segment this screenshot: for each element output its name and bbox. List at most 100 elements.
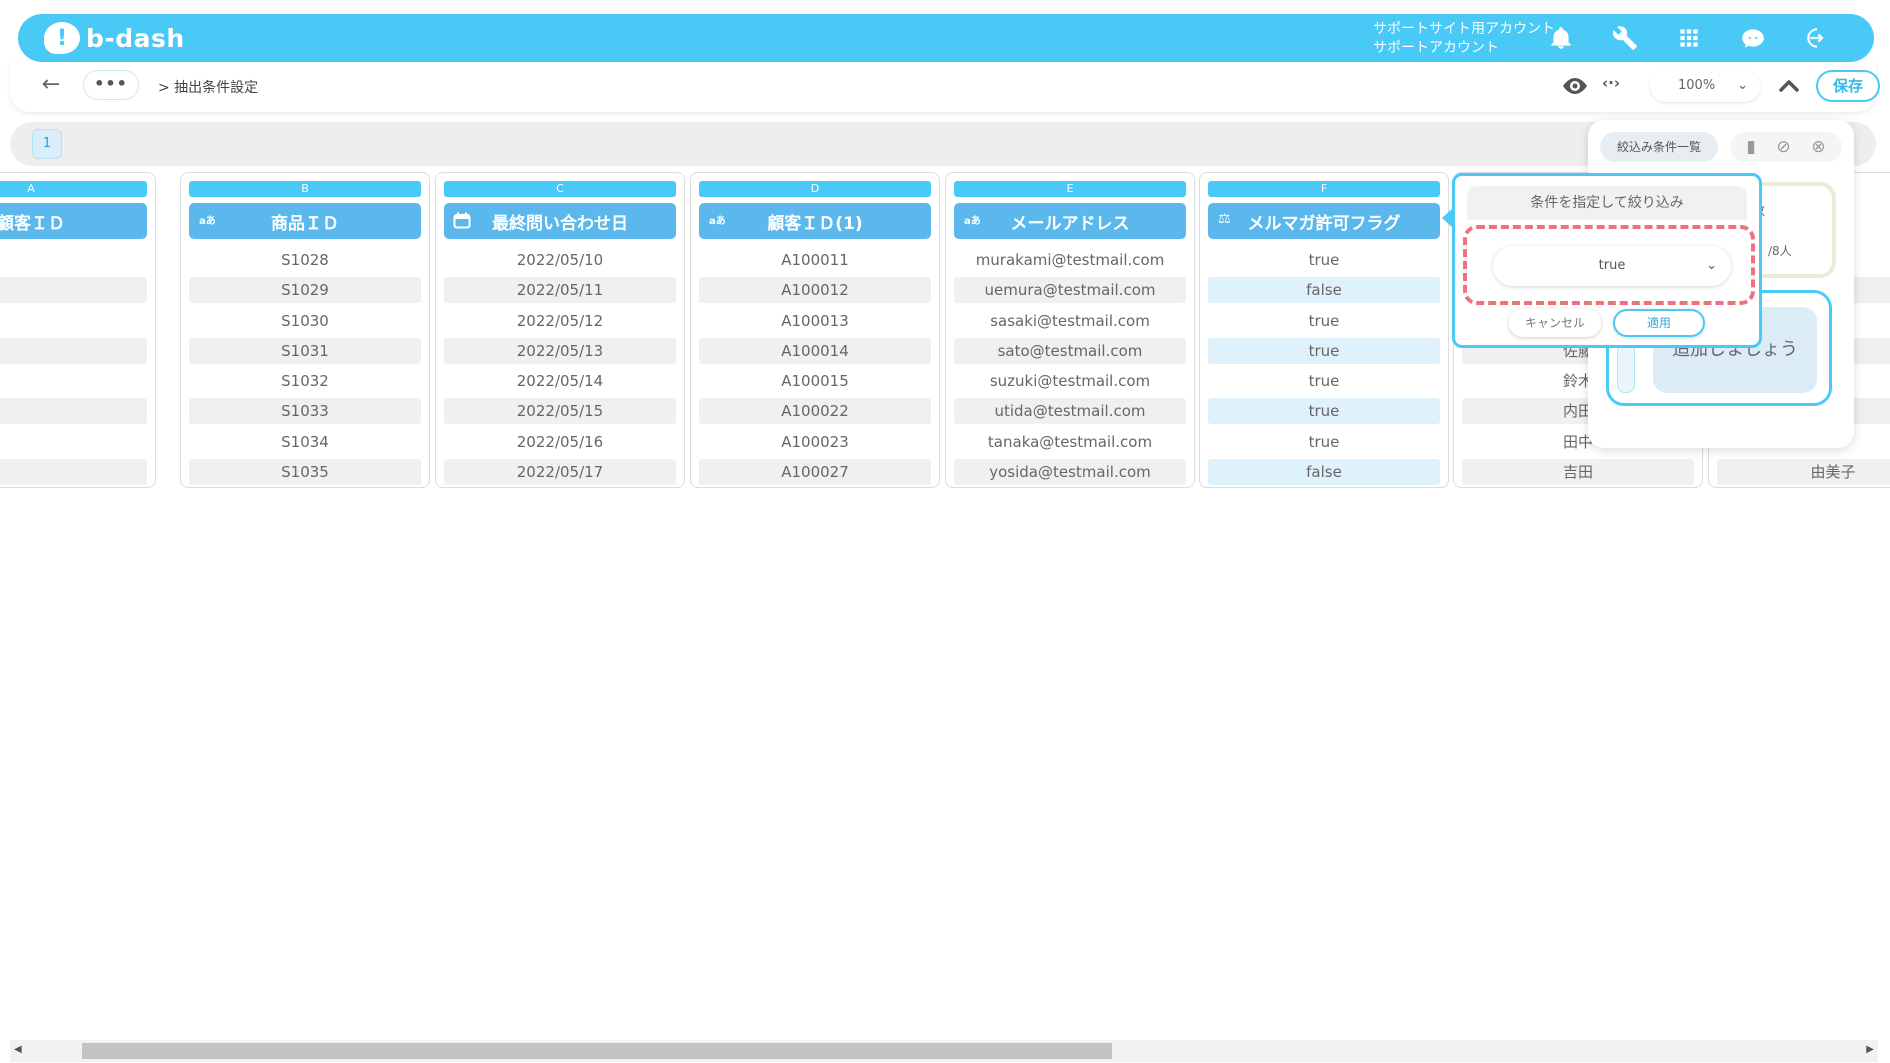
table-cell: 2022/05/14 <box>444 368 676 398</box>
chevron-down-icon: ⌄ <box>1737 78 1748 93</box>
cell-value: A100013 <box>0 308 147 334</box>
calendar-icon <box>453 212 471 229</box>
table-cell: true <box>1208 398 1440 428</box>
table-cell: sato@testmail.com <box>954 337 1186 368</box>
cell-value: A100015 <box>0 368 147 394</box>
table-cell: A100027 <box>0 459 147 489</box>
column-cells: true false true true true true true false <box>1208 247 1440 489</box>
filter-list-button[interactable]: 絞込み条件一覧 <box>1600 132 1718 162</box>
cancel-button[interactable]: キャンセル <box>1509 309 1601 337</box>
cell-value: A100011 <box>0 247 147 273</box>
cell-value: 吉田 <box>1462 459 1694 486</box>
table-cell: S1035 <box>189 459 421 489</box>
column-cells: murakami@testmail.com uemura@testmail.com… <box>954 247 1186 489</box>
back-arrow-icon[interactable]: ← <box>36 70 66 100</box>
filter-value: true <box>1598 258 1626 273</box>
save-button[interactable]: 保存 <box>1816 70 1880 102</box>
cell-value: A100014 <box>699 337 931 364</box>
table-cell: A100011 <box>699 247 931 277</box>
column-letter[interactable]: C <box>444 181 676 197</box>
column-header[interactable]: ⚖ メルマガ許可フラグ <box>1208 203 1440 239</box>
app-logo[interactable]: ! b-dash <box>44 22 185 54</box>
table-cell: 2022/05/15 <box>444 398 676 428</box>
table-cell: 2022/05/13 <box>444 337 676 368</box>
clear-icon[interactable]: ⊗ <box>1811 137 1825 157</box>
table-cell: sasaki@testmail.com <box>954 308 1186 338</box>
cell-value: S1031 <box>189 337 421 364</box>
logo-bubble-icon: ! <box>44 22 80 54</box>
account-line2: サポートアカウント <box>1373 40 1499 56</box>
bell-icon[interactable] <box>1546 23 1576 53</box>
scrollbar-thumb[interactable] <box>82 1043 1112 1059</box>
logout-icon[interactable] <box>1802 23 1832 53</box>
wrench-icon[interactable] <box>1610 23 1640 53</box>
column-header[interactable]: aあ メールアドレス <box>954 203 1186 239</box>
column-letter[interactable]: F <box>1208 181 1440 197</box>
column-name: 商品ＩＤ <box>271 213 339 234</box>
code-arrows-icon[interactable]: ‹·› <box>1602 74 1620 92</box>
cell-value: A100022 <box>0 398 147 425</box>
cell-value: murakami@testmail.com <box>975 251 1165 269</box>
column-header[interactable]: 顧客ＩＤ <box>0 203 147 239</box>
column-header[interactable]: 最終問い合わせ日 <box>444 203 676 239</box>
table-cell: false <box>1208 459 1440 489</box>
column-a: A 顧客ＩＤ A100011 A100012 A100013 A100014 A100015… <box>0 172 156 488</box>
column-letter[interactable]: E <box>954 181 1186 197</box>
support-bird-icon[interactable] <box>1738 23 1768 53</box>
page-tab-1[interactable]: 1 <box>32 129 62 159</box>
apply-button[interactable]: 適用 <box>1613 309 1705 337</box>
cell-value: 2022/05/13 <box>444 337 676 364</box>
horizontal-scrollbar[interactable]: ◀ ▶ <box>10 1040 1878 1062</box>
cell-value: 2022/05/11 <box>444 277 676 304</box>
table-cell: 2022/05/16 <box>444 429 676 459</box>
table-cell: A100022 <box>0 398 147 428</box>
account-info[interactable]: サポートサイト用アカウント サポートアカウント <box>1373 20 1555 58</box>
table-cell: A100015 <box>699 368 931 398</box>
column-letter[interactable]: D <box>699 181 931 197</box>
more-button[interactable]: ••• <box>83 70 139 100</box>
document-icon[interactable]: ▮ <box>1746 137 1755 157</box>
cell-value: 2022/05/12 <box>516 311 604 330</box>
grid-icon[interactable] <box>1674 23 1704 53</box>
column-cells: S1028 S1029 S1030 S1031 S1032 S1033 S1034 S1035 <box>189 247 421 489</box>
column-letter[interactable]: B <box>189 181 421 197</box>
table-cell: utida@testmail.com <box>954 398 1186 428</box>
column-header[interactable]: aあ 顧客ＩＤ(1) <box>699 203 931 239</box>
column-e: Eaあ メールアドレス murakami@testmail.com uemura@te… <box>945 172 1195 488</box>
table-cell: S1032 <box>189 368 421 398</box>
table-cell: murakami@testmail.com <box>954 247 1186 277</box>
zoom-select[interactable]: 100% ⌄ <box>1650 70 1760 102</box>
toolbar: ← ••• > 抽出条件設定 ‹·› 100% ⌄ 保存 <box>10 62 1880 112</box>
cell-value: A100022 <box>699 398 931 425</box>
table-cell: 2022/05/17 <box>444 459 676 489</box>
cell-value: S1029 <box>189 277 421 304</box>
cell-value: S1030 <box>281 311 329 330</box>
column-name: 顧客ＩＤ(1) <box>767 213 863 234</box>
hide-icon[interactable]: ⊘ <box>1776 137 1790 157</box>
table-cell: S1031 <box>189 337 421 368</box>
cell-value: suzuki@testmail.com <box>989 372 1151 391</box>
scroll-left-icon[interactable]: ◀ <box>14 1044 22 1055</box>
column-header[interactable]: aあ 商品ＩＤ <box>189 203 421 239</box>
filter-popup: 条件を指定して絞り込み true ⌄ キャンセル 適用 <box>1452 173 1762 348</box>
eye-icon[interactable] <box>1560 73 1590 99</box>
cell-value: 2022/05/17 <box>444 459 676 486</box>
cell-value: yosida@testmail.com <box>954 459 1186 486</box>
count-value: /8人 <box>1768 244 1792 258</box>
table-cell: A100023 <box>0 429 147 459</box>
scroll-right-icon[interactable]: ▶ <box>1866 1044 1874 1055</box>
cell-value: 2022/05/15 <box>444 398 676 425</box>
column-letter[interactable]: A <box>0 181 147 197</box>
table-cell: A100013 <box>0 308 147 338</box>
column-name: メールアドレス <box>1010 213 1130 234</box>
cell-value: S1033 <box>189 398 421 425</box>
table-cell: tanaka@testmail.com <box>954 429 1186 459</box>
filter-value-select[interactable]: true ⌄ <box>1493 246 1731 286</box>
column-cells: A100011 A100012 A100013 A100014 A100015 A1000… <box>0 247 147 489</box>
account-line1: サポートサイト用アカウント <box>1373 21 1555 37</box>
chevron-up-icon[interactable] <box>1774 72 1804 100</box>
cell-value: true <box>1308 311 1340 330</box>
breadcrumb: > 抽出条件設定 <box>158 80 259 96</box>
table-cell: S1029 <box>189 277 421 307</box>
table-cell: A100015 <box>0 368 147 398</box>
